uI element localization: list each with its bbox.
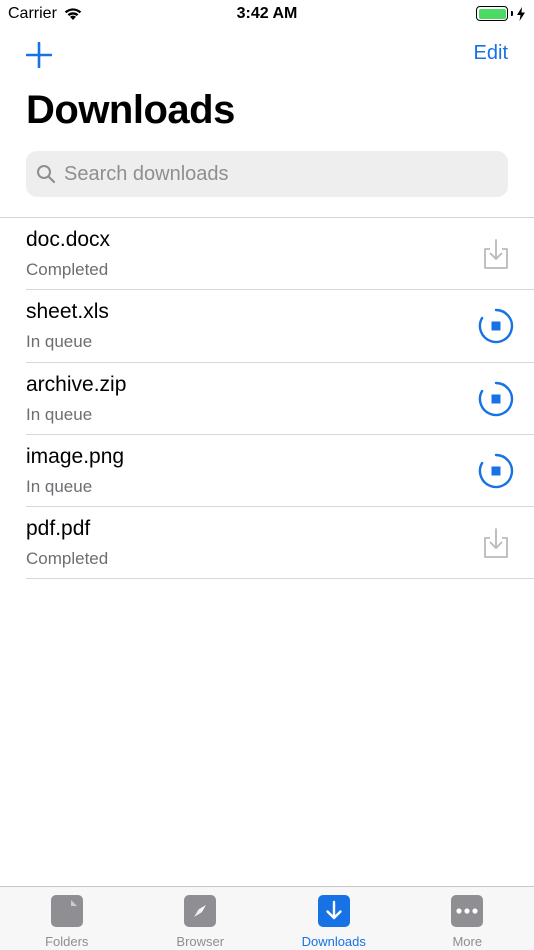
file-status: Completed: [26, 549, 109, 569]
folder-icon: [50, 895, 83, 927]
battery-fill: [478, 8, 506, 19]
tab-folders[interactable]: Folders: [0, 887, 134, 950]
download-tray-icon[interactable]: [478, 236, 514, 272]
download-row-pdf[interactable]: pdf.pdf Completed: [0, 507, 534, 580]
tab-downloads[interactable]: Downloads: [267, 887, 401, 950]
tab-label: Folders: [45, 934, 89, 949]
charging-bolt-icon: [517, 6, 525, 21]
file-status: Completed: [26, 260, 109, 279]
file-name: sheet.xls: [26, 300, 109, 324]
file-name: doc.docx: [26, 228, 111, 251]
download-row-image[interactable]: image.png In queue: [0, 435, 534, 508]
compass-icon: [184, 895, 217, 927]
ellipsis-icon: [451, 895, 484, 927]
status-time: 3:42 AM: [236, 5, 298, 22]
stop-progress-icon[interactable]: [478, 308, 514, 344]
tab-label: Downloads: [301, 934, 366, 949]
stop-progress-icon[interactable]: [478, 453, 514, 489]
file-status: In queue: [26, 332, 93, 352]
file-name: image.png: [26, 444, 125, 468]
file-status: In queue: [26, 404, 93, 424]
download-tray-icon[interactable]: [478, 525, 514, 561]
search-bar[interactable]: [26, 151, 508, 197]
search-icon: [37, 165, 56, 184]
file-name: archive.zip: [26, 372, 127, 396]
tab-label: More: [452, 934, 483, 949]
search-input[interactable]: [64, 162, 484, 186]
downloads-list: doc.docx Completed sheet.xls In queue ar…: [0, 218, 534, 580]
tab-more[interactable]: More: [401, 887, 534, 950]
tab-bar: Folders Browser Downloads More: [0, 886, 534, 950]
download-row-archive[interactable]: archive.zip In queue: [0, 363, 534, 436]
tab-label: Browser: [176, 934, 225, 949]
tab-browser[interactable]: Browser: [134, 887, 268, 950]
battery-icon: [476, 6, 508, 21]
battery-indicator: [476, 6, 526, 21]
page-title: Downloads: [26, 88, 235, 132]
download-arrow-icon: [317, 895, 350, 927]
download-row-sheet[interactable]: sheet.xls In queue: [0, 290, 534, 363]
edit-button[interactable]: Edit: [474, 42, 508, 65]
stop-progress-icon[interactable]: [478, 381, 514, 417]
download-row-doc[interactable]: doc.docx Completed: [0, 218, 534, 291]
file-name: pdf.pdf: [26, 517, 91, 541]
plus-icon[interactable]: [26, 42, 52, 68]
file-status: In queue: [26, 476, 93, 496]
status-bar: Carrier 3:42 AM: [0, 0, 534, 28]
